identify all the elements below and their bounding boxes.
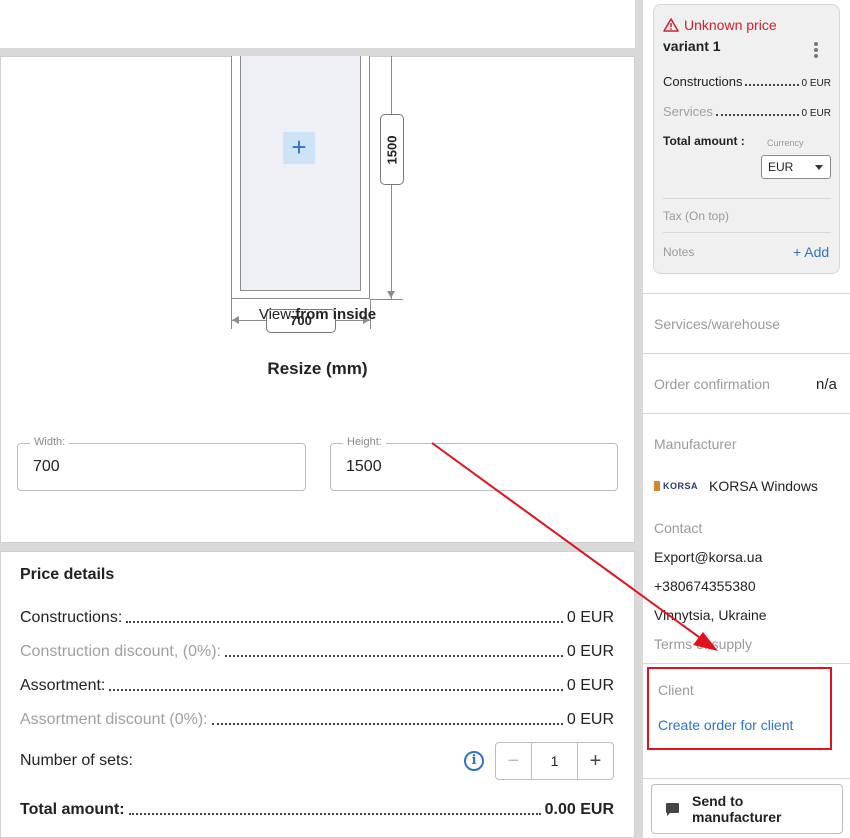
create-order-for-client-link[interactable]: Create order for client (658, 717, 793, 733)
width-label: Width: (30, 436, 70, 448)
view-prefix: View: (258, 306, 296, 323)
currency-select[interactable]: EUR (761, 155, 831, 179)
window-sash[interactable] (240, 56, 361, 291)
dot-leader (211, 723, 563, 725)
divider (643, 778, 850, 779)
terms-of-supply-link[interactable]: Terms of supply (654, 636, 752, 652)
manufacturer-label: Manufacturer (654, 436, 737, 452)
dot-leader (126, 621, 563, 623)
order-confirmation-label: Order confirmation (654, 376, 770, 392)
card-row-value: 0 EUR (801, 108, 831, 119)
top-panel (0, 0, 635, 48)
dot-leader (745, 84, 799, 86)
add-element-button[interactable]: + (283, 132, 315, 164)
price-row-value: 0 EUR (566, 711, 614, 728)
more-options-icon[interactable] (811, 42, 821, 60)
price-row-label: Assortment discount (0%): (20, 711, 208, 728)
client-highlight-box (647, 667, 832, 750)
send-to-manufacturer-button[interactable]: Send to manufacturer (651, 784, 843, 834)
currency-label: Currency (767, 138, 804, 148)
price-row-value: 0 EUR (566, 677, 614, 694)
price-row-constructions: Constructions: 0 EUR (20, 607, 614, 627)
price-row-label: Constructions: (20, 609, 123, 626)
arrow-down-icon (387, 291, 395, 298)
divider (643, 353, 850, 354)
manufacturer-logo: KORSA (654, 480, 700, 492)
height-dimension-text: 1500 (384, 135, 400, 164)
card-row-value: 0 EUR (801, 78, 831, 89)
price-row-assortment: Assortment: 0 EUR (20, 675, 614, 695)
card-row-constructions: Constructions 0 EUR (663, 74, 831, 89)
height-input[interactable] (346, 458, 546, 476)
message-icon (666, 803, 679, 816)
resize-title: Resize (mm) (267, 359, 368, 378)
contact-email: Export@korsa.ua (654, 549, 763, 565)
price-row-value: 0 EUR (566, 609, 614, 626)
price-row-total: Total amount: 0.00 EUR (20, 799, 614, 819)
dot-leader (715, 114, 799, 116)
divider (663, 198, 831, 199)
view-value: from inside (295, 306, 377, 323)
divider (663, 232, 831, 233)
currency-value: EUR (768, 160, 794, 174)
width-input[interactable] (33, 458, 233, 476)
client-label: Client (658, 682, 694, 698)
unknown-price-text: Unknown price (684, 17, 777, 33)
variant-name: variant 1 (663, 38, 721, 54)
divider (643, 293, 850, 294)
info-icon[interactable]: i (464, 751, 484, 771)
card-row-label: Services (663, 104, 713, 119)
width-field[interactable]: Width: (17, 436, 306, 491)
manufacturer-name: KORSA Windows (709, 478, 818, 494)
send-button-label: Send to manufacturer (692, 793, 782, 825)
height-dimension-badge[interactable]: 1500 (380, 114, 404, 185)
dot-leader (224, 655, 563, 657)
tax-label[interactable]: Tax (On top) (663, 209, 729, 223)
card-total-label: Total amount : (663, 134, 745, 148)
sets-stepper[interactable]: − 1 + (495, 742, 614, 780)
card-row-services: Services 0 EUR (663, 104, 831, 119)
contact-location: Vinnytsia, Ukraine (654, 607, 767, 623)
price-row-assortment-discount: Assortment discount (0%): 0 EUR (20, 709, 614, 729)
add-note-button[interactable]: + Add (793, 244, 829, 260)
contact-label: Contact (654, 520, 703, 536)
height-label: Height: (343, 436, 386, 448)
notes-label: Notes (663, 245, 695, 259)
increment-button[interactable]: + (577, 743, 613, 779)
services-warehouse-label[interactable]: Services/warehouse (654, 316, 780, 332)
sets-value[interactable]: 1 (532, 743, 577, 779)
price-details-title: Price details (20, 566, 115, 583)
divider (643, 663, 850, 664)
contact-phone: +380674355380 (654, 578, 756, 594)
divider (643, 413, 850, 414)
warning-icon (663, 18, 679, 32)
total-label: Total amount: (20, 801, 125, 818)
price-row-label: Construction discount, (0%): (20, 643, 221, 660)
card-row-label: Constructions (663, 74, 743, 89)
unknown-price-status: Unknown price (663, 17, 777, 33)
dot-leader (128, 813, 541, 815)
number-of-sets-label: Number of sets: (20, 752, 133, 769)
dimension-tick (371, 299, 403, 300)
dot-leader (109, 689, 563, 691)
order-confirmation-value: n/a (816, 376, 837, 393)
height-field[interactable]: Height: (330, 436, 618, 491)
chevron-down-icon (815, 165, 823, 170)
decrement-button[interactable]: − (496, 743, 532, 779)
logo-text: KORSA (663, 481, 699, 491)
price-row-value: 0 EUR (566, 643, 614, 660)
total-value: 0.00 EUR (544, 801, 614, 818)
price-row-construction-discount: Construction discount, (0%): 0 EUR (20, 641, 614, 661)
price-row-label: Assortment: (20, 677, 106, 694)
view-indicator: View:from inside (0, 306, 635, 323)
